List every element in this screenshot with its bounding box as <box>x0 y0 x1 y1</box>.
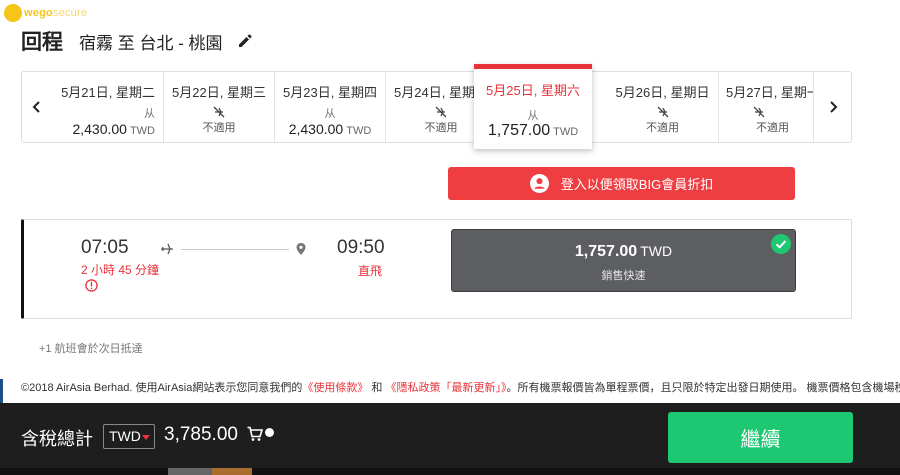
arrival-time: 09:50 <box>337 237 385 258</box>
date-cell-may-22[interactable]: 5月22日, 星期三 不適用 <box>163 72 274 142</box>
no-flight-icon <box>753 106 764 118</box>
next-day-note: +1 航班會於次日抵達 <box>39 343 143 355</box>
booking-page: wegosecure 回程 宿霧 至 台北 - 桃園 5月21日, 星期二 从 … <box>0 0 900 475</box>
currency-dropdown[interactable]: TWD <box>103 424 155 449</box>
chevron-right-icon <box>829 101 837 113</box>
total-amount: 3,785.00 <box>164 424 238 445</box>
user-avatar-icon <box>529 174 549 193</box>
departure-time: 07:05 <box>81 237 129 258</box>
taskbar-strip <box>0 468 900 475</box>
route-label: 宿霧 至 台北 - 桃園 <box>79 33 223 53</box>
continue-button[interactable]: 繼續 <box>668 412 853 463</box>
check-circle-icon <box>771 234 791 254</box>
date-selector: 5月21日, 星期二 从 2,430.00 TWD 5月22日, 星期三 不適用 … <box>21 71 852 143</box>
route-line <box>181 249 289 250</box>
plane-icon <box>161 243 173 255</box>
chevron-left-icon <box>32 101 40 113</box>
page-title: 回程 <box>21 31 63 54</box>
location-pin-icon <box>296 243 306 255</box>
wego-logo-icon <box>4 4 22 22</box>
legal-footer: ©2018 AirAsia Berhad. 使用AirAsia網站表示您同意我們… <box>0 379 900 403</box>
stops-label: 直飛 <box>358 264 383 278</box>
flight-duration: 2 小時 45 分鐘 <box>81 262 161 294</box>
date-cell-may-27[interactable]: 5月27日, 星期一 不適用 <box>718 72 814 142</box>
no-flight-icon <box>657 106 668 118</box>
cart-icon[interactable] <box>247 426 263 442</box>
previous-dates-button[interactable] <box>22 72 52 142</box>
date-cell-may-25-selected[interactable]: 5月25日, 星期六 从 1,757.00 TWD <box>474 64 592 149</box>
wego-logo: wegosecure <box>4 4 87 22</box>
flight-card[interactable]: 07:05 2 小時 45 分鐘 09:50 直飛 1,757.00 TWD 銷售… <box>21 219 852 319</box>
next-dates-button[interactable] <box>813 72 851 142</box>
member-login-button[interactable]: 登入以便領取BIG會員折扣 <box>448 167 795 200</box>
checkout-bar: 含稅總計 TWD 3,785.00 繼續 <box>0 403 900 475</box>
fare-option[interactable]: 1,757.00 TWD 銷售快速 <box>451 229 796 292</box>
cart-expand-icon[interactable] <box>265 428 274 437</box>
date-cell-may-21[interactable]: 5月21日, 星期二 从 2,430.00 TWD <box>52 72 163 142</box>
fare-type: 銷售快速 <box>601 270 646 282</box>
caret-down-icon <box>142 435 150 440</box>
date-list: 5月21日, 星期二 从 2,430.00 TWD 5月22日, 星期三 不適用 … <box>52 72 814 142</box>
privacy-link[interactable]: 《隱私政策「最新更新」》 <box>385 382 506 394</box>
info-icon[interactable] <box>85 279 98 292</box>
terms-link[interactable]: 《使用條款》 <box>302 382 368 394</box>
fare-price: 1,757.00 <box>574 243 638 260</box>
pencil-edit-icon[interactable] <box>237 33 253 49</box>
date-cell-may-23[interactable]: 5月23日, 星期四 从 2,430.00 TWD <box>274 72 385 142</box>
no-flight-icon <box>213 106 225 118</box>
total-label: 含稅總計 <box>21 429 93 449</box>
no-flight-icon <box>435 106 447 118</box>
date-cell-may-26[interactable]: 5月26日, 星期日 不適用 <box>607 72 718 142</box>
page-header: 回程 宿霧 至 台北 - 桃園 <box>21 26 253 56</box>
